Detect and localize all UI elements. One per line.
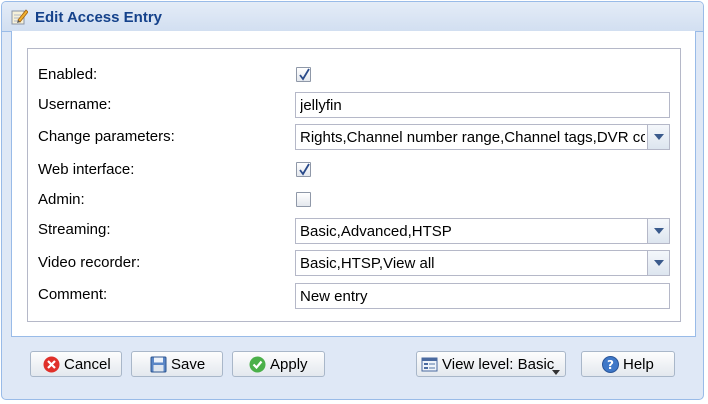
- window-titlebar: Edit Access Entry: [2, 2, 703, 32]
- enabled-label: Enabled:: [38, 66, 98, 83]
- web-interface-checkbox[interactable]: [296, 162, 311, 177]
- change-parameters-label: Change parameters:: [38, 128, 175, 145]
- cancel-button[interactable]: Cancel: [30, 351, 122, 377]
- view-level-button[interactable]: View level: Basic: [416, 351, 566, 377]
- svg-text:?: ?: [607, 358, 614, 372]
- help-icon: ?: [602, 356, 619, 373]
- change-parameters-select[interactable]: Rights,Channel number range,Channel tags…: [295, 124, 670, 150]
- edit-access-entry-window: Edit Access Entry: [1, 1, 704, 400]
- cancel-icon: [43, 356, 60, 373]
- save-button[interactable]: Save: [131, 351, 223, 377]
- save-label: Save: [171, 356, 206, 373]
- admin-label: Admin:: [38, 191, 85, 208]
- apply-label: Apply: [270, 356, 308, 373]
- streaming-value: Basic,Advanced,HTSP: [300, 223, 452, 240]
- view-level-icon: [421, 356, 438, 373]
- enabled-checkbox[interactable]: [296, 67, 311, 82]
- window-title: Edit Access Entry: [35, 9, 162, 26]
- streaming-select[interactable]: Basic,Advanced,HTSP: [295, 218, 670, 244]
- admin-checkbox[interactable]: [296, 192, 311, 207]
- video-recorder-dropdown-trigger[interactable]: [647, 251, 669, 275]
- streaming-label: Streaming:: [38, 221, 111, 238]
- help-button[interactable]: ? Help: [581, 351, 675, 377]
- cancel-label: Cancel: [64, 356, 111, 373]
- save-icon: [150, 356, 167, 373]
- help-label: Help: [623, 356, 654, 373]
- streaming-dropdown-trigger[interactable]: [647, 219, 669, 243]
- edit-pencil-icon: [11, 8, 29, 25]
- web-interface-label: Web interface:: [38, 161, 135, 178]
- change-parameters-dropdown-trigger[interactable]: [647, 125, 669, 149]
- apply-button[interactable]: Apply: [232, 351, 325, 377]
- change-parameters-value: Rights,Channel number range,Channel tags…: [300, 129, 645, 146]
- username-field[interactable]: [295, 92, 670, 118]
- username-label: Username:: [38, 96, 112, 113]
- apply-check-icon: [249, 356, 266, 373]
- video-recorder-label: Video recorder:: [38, 254, 141, 271]
- video-recorder-select[interactable]: Basic,HTSP,View all: [295, 250, 670, 276]
- chevron-down-icon: [552, 362, 560, 375]
- view-level-label: View level: Basic: [442, 356, 555, 373]
- comment-label: Comment:: [38, 286, 108, 303]
- video-recorder-value: Basic,HTSP,View all: [300, 255, 435, 272]
- access-entry-fieldset: [27, 48, 681, 322]
- comment-field[interactable]: [295, 283, 670, 309]
